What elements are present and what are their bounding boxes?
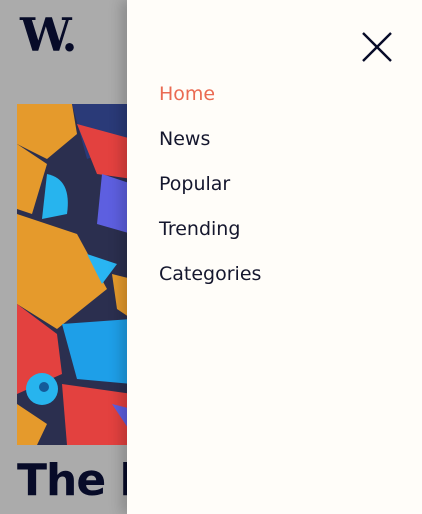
nav-item-home[interactable]: Home	[159, 80, 261, 125]
nav-item-categories[interactable]: Categories	[159, 260, 261, 305]
close-icon	[362, 32, 392, 62]
close-menu-button[interactable]	[360, 30, 394, 64]
navigation-drawer: Home News Popular Trending Categories	[127, 0, 422, 514]
site-logo[interactable]: W.	[20, 8, 77, 62]
nav-item-popular[interactable]: Popular	[159, 170, 261, 215]
nav-menu: Home News Popular Trending Categories	[159, 80, 261, 305]
article-headline[interactable]: The l	[17, 455, 135, 506]
hero-image	[17, 104, 132, 445]
nav-item-trending[interactable]: Trending	[159, 215, 261, 260]
nav-item-news[interactable]: News	[159, 125, 261, 170]
hero-illustration	[17, 104, 132, 445]
